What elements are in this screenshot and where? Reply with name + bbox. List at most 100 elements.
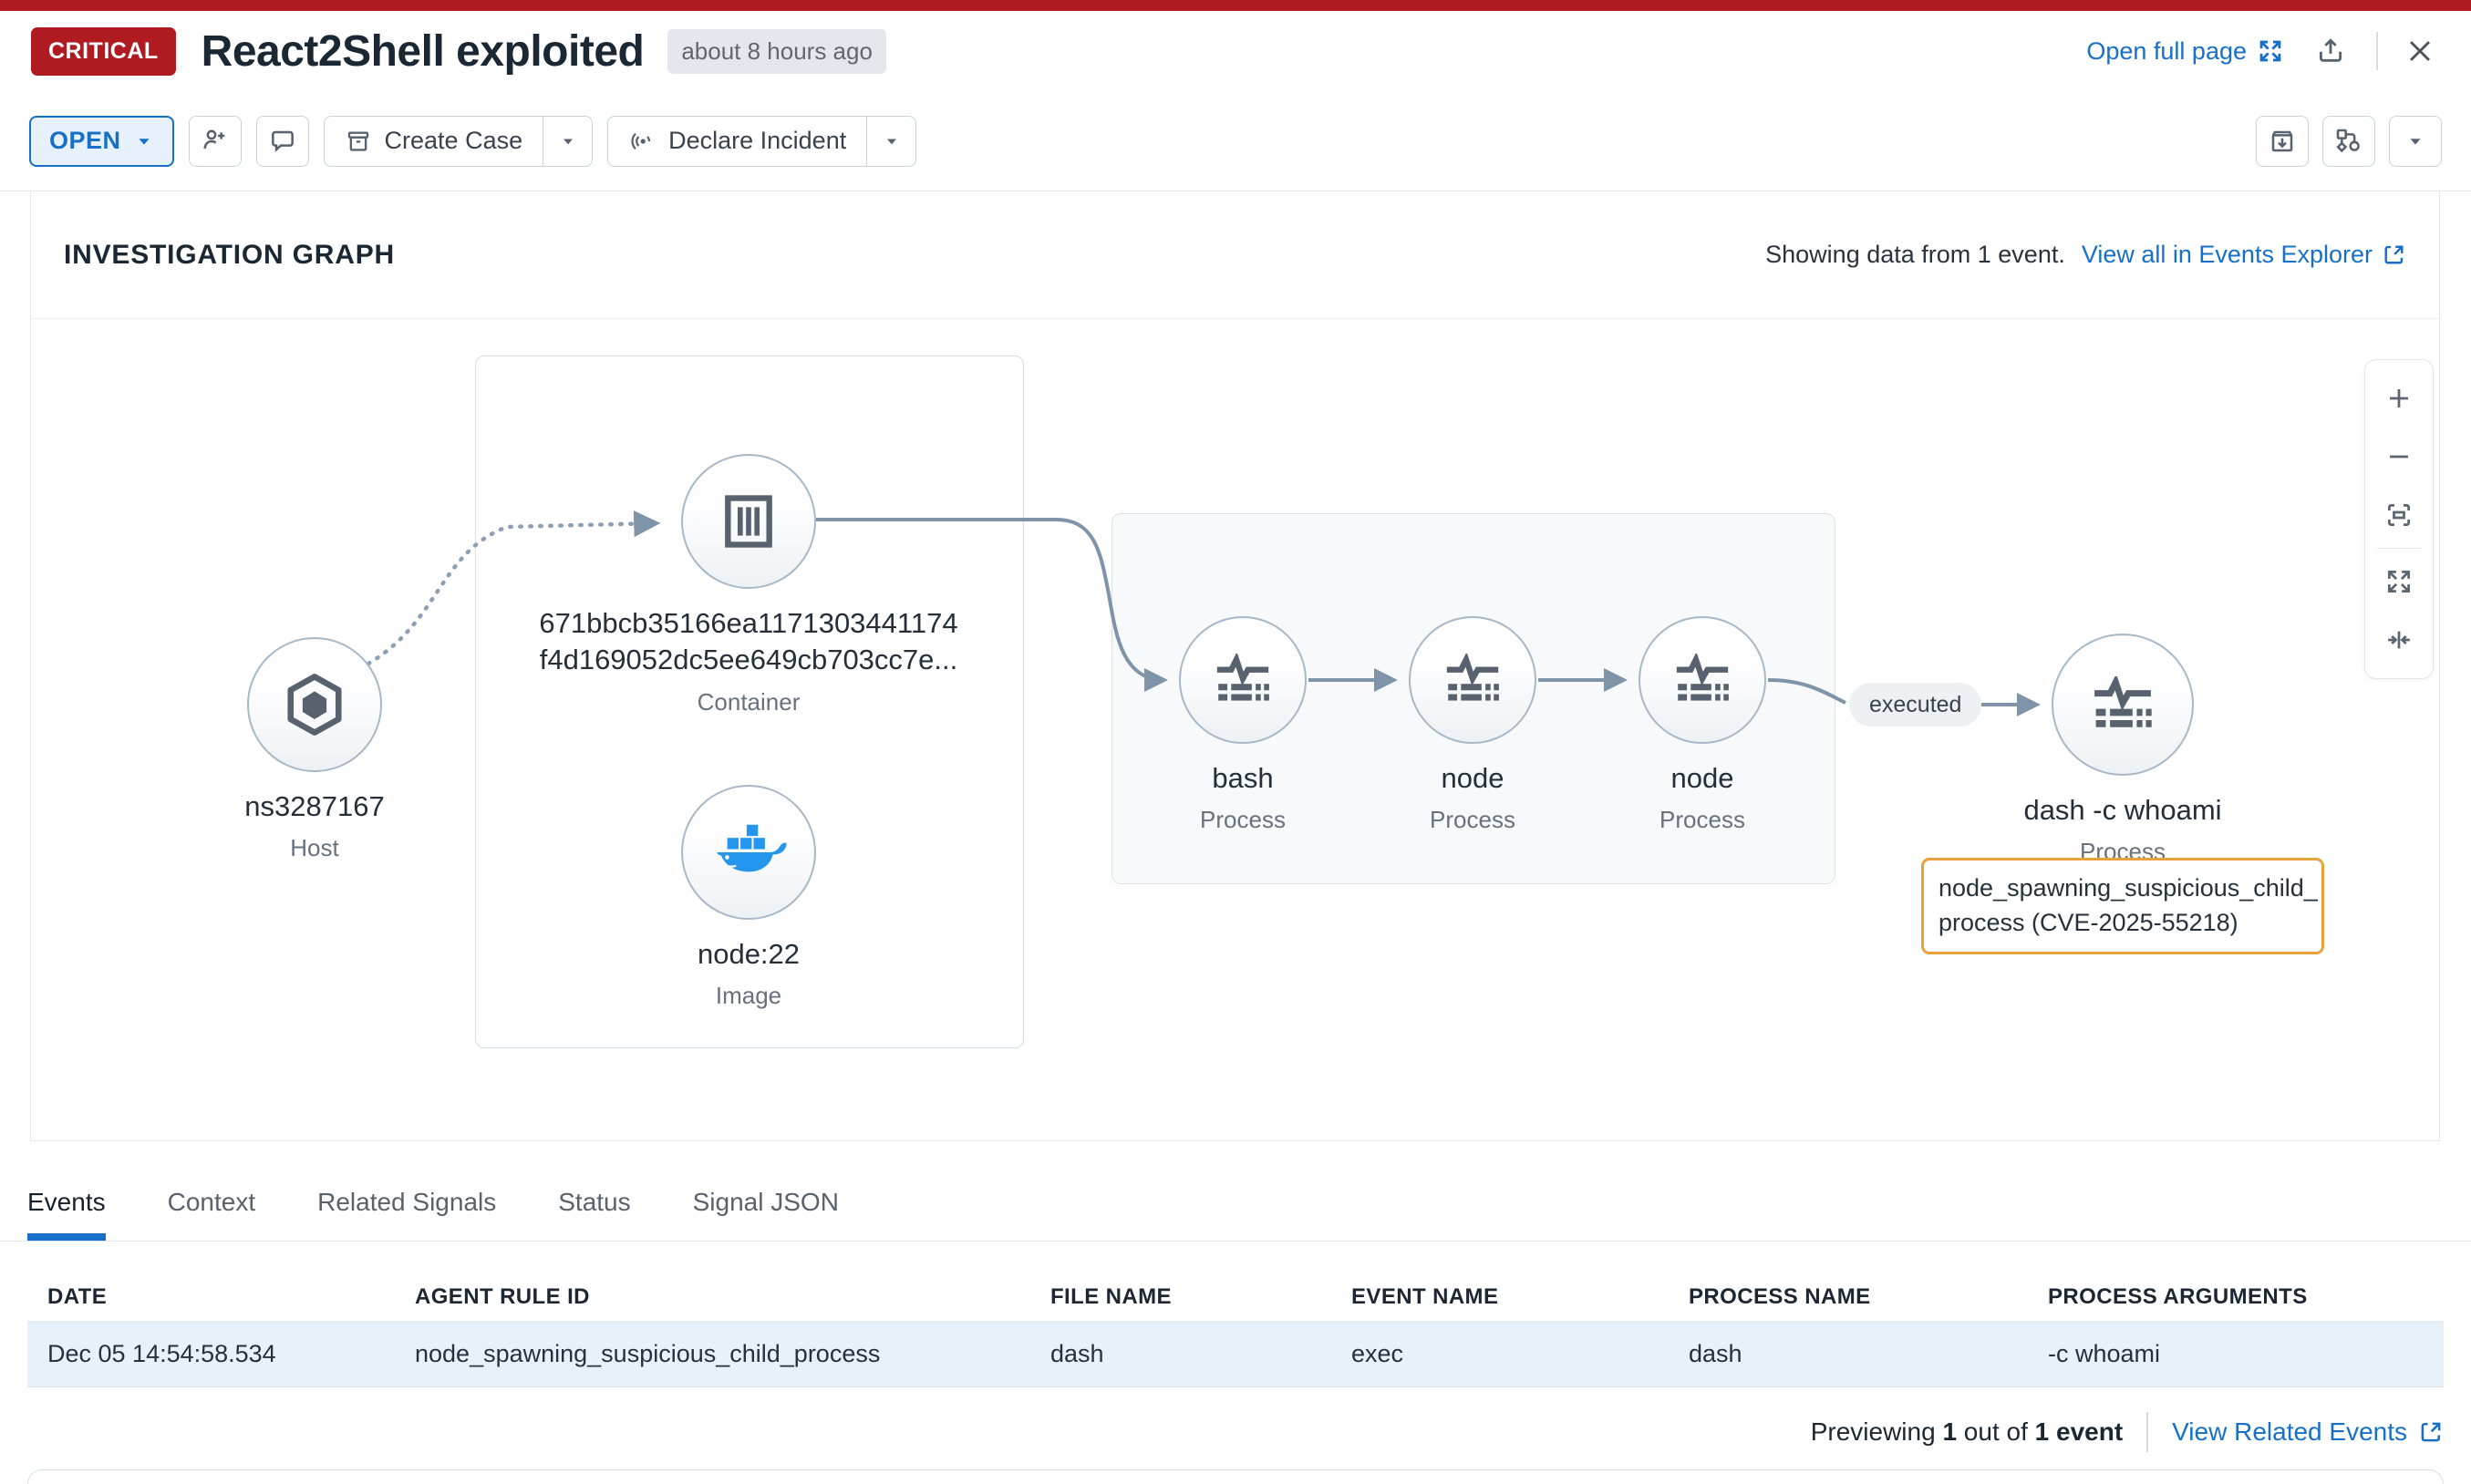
container-icon: [719, 490, 778, 552]
tab-status[interactable]: Status: [558, 1188, 630, 1241]
container-label-line1: 671bbcb35166ea1171303441174: [539, 607, 957, 639]
tab-context[interactable]: Context: [168, 1188, 256, 1241]
workflow-button[interactable]: [2322, 116, 2375, 167]
cell-agent-rule-id: node_spawning_suspicious_child_process: [395, 1340, 1030, 1368]
rule-annotation-line2: process (CVE-2025-55218): [1939, 909, 2238, 936]
declare-incident-caret-button[interactable]: [866, 117, 915, 166]
toolbar-right-actions: [2256, 116, 2442, 167]
severity-badge: CRITICAL: [31, 27, 176, 76]
download-signal-button[interactable]: [2256, 116, 2309, 167]
hexagon-host-icon: [284, 673, 345, 737]
rule-annotation: node_spawning_suspicious_child_ process …: [1921, 858, 2324, 954]
investigation-graph-header: INVESTIGATION GRAPH Showing data from 1 …: [31, 191, 2439, 319]
zoom-in-button[interactable]: [2373, 369, 2424, 428]
declare-incident-button[interactable]: Declare Incident: [608, 117, 866, 166]
col-header-event-name: EVENT NAME: [1331, 1284, 1669, 1310]
cell-process-name: dash: [1669, 1340, 2028, 1368]
close-button[interactable]: [2400, 31, 2440, 71]
previewing-label: Previewing: [1811, 1417, 1936, 1447]
severity-strip: [0, 0, 2471, 11]
timestamp-badge: about 8 hours ago: [667, 29, 886, 74]
col-header-agent-rule-id: AGENT RULE ID: [395, 1284, 1030, 1310]
create-case-button[interactable]: Create Case: [325, 117, 543, 166]
header-divider: [2376, 32, 2378, 70]
tab-related-signals[interactable]: Related Signals: [317, 1188, 496, 1241]
process-icon: [1444, 654, 1501, 706]
process-type: Process: [1200, 806, 1286, 834]
box-download-icon: [2268, 127, 2297, 156]
graph-node-process-dash[interactable]: dash -c whoami Process: [1922, 634, 2323, 866]
caret-down-icon: [559, 132, 577, 150]
docker-whale-icon: [708, 822, 789, 882]
status-label: OPEN: [49, 127, 121, 155]
external-link-icon: [2382, 242, 2406, 267]
share-button[interactable]: [2311, 31, 2351, 71]
image-label: node:22: [698, 936, 800, 973]
process-label: bash: [1212, 760, 1273, 797]
status-dropdown[interactable]: OPEN: [29, 116, 174, 167]
table-row[interactable]: Dec 05 14:54:58.534 node_spawning_suspic…: [27, 1322, 2444, 1387]
graph-canvas[interactable]: ns3287167 Host 671bbcb351: [31, 319, 2439, 1140]
comment-icon: [268, 127, 297, 156]
process-label: dash -c whoami: [2023, 792, 2221, 829]
panel-header-bar: CRITICAL React2Shell exploited about 8 h…: [0, 11, 2471, 91]
host-label: ns3287167: [244, 788, 384, 825]
minus-icon: [2385, 443, 2413, 470]
maximize-button[interactable]: [2373, 552, 2424, 611]
caret-down-icon: [134, 131, 154, 151]
plus-icon: [2385, 385, 2413, 412]
cell-date: Dec 05 14:54:58.534: [27, 1340, 395, 1368]
footer-divider: [2146, 1412, 2148, 1452]
host-type: Host: [290, 834, 338, 862]
process-circle: [1179, 616, 1307, 744]
create-case-caret-button[interactable]: [543, 117, 592, 166]
comment-button[interactable]: [256, 116, 309, 167]
col-header-process-name: PROCESS NAME: [1669, 1284, 2028, 1310]
workflow-icon: [2334, 127, 2363, 156]
tab-events[interactable]: Events: [27, 1188, 106, 1241]
preview-count: 1: [1942, 1417, 1957, 1447]
more-actions-button[interactable]: [2389, 116, 2442, 167]
caret-down-icon: [883, 132, 901, 150]
share-icon: [2315, 36, 2346, 67]
image-circle: [681, 785, 816, 920]
graph-node-process-node2[interactable]: node Process: [1566, 616, 1839, 834]
view-related-events-link[interactable]: View Related Events: [2172, 1417, 2444, 1447]
collapse-horizontal-button[interactable]: [2373, 611, 2424, 669]
assign-button[interactable]: [189, 116, 242, 167]
caret-down-icon: [2405, 131, 2425, 151]
out-of-label: out of: [1964, 1417, 2028, 1447]
fit-to-screen-button[interactable]: [2373, 486, 2424, 544]
process-label: node: [1442, 760, 1504, 797]
process-icon: [1674, 654, 1731, 706]
graph-node-container[interactable]: 671bbcb35166ea1171303441174 f4d169052dc5…: [466, 454, 1031, 716]
host-circle: [247, 637, 382, 772]
investigation-graph-panel: INVESTIGATION GRAPH Showing data from 1 …: [30, 191, 2440, 1141]
events-explorer-link[interactable]: View all in Events Explorer: [2082, 241, 2406, 269]
cell-file-name: dash: [1030, 1340, 1331, 1368]
container-type: Container: [698, 688, 801, 716]
graph-node-image[interactable]: node:22 Image: [566, 785, 931, 1010]
zoom-controls-divider: [2377, 548, 2421, 549]
events-explorer-label: View all in Events Explorer: [2082, 241, 2373, 269]
showing-data-text-wrap: Showing data from 1 event. View all in E…: [1765, 241, 2406, 269]
open-full-page-link[interactable]: Open full page: [2086, 37, 2283, 66]
create-case-split: Create Case: [324, 116, 594, 167]
process-type: Process: [1659, 806, 1745, 834]
view-related-events-label: View Related Events: [2172, 1417, 2407, 1447]
cell-process-arguments: -c whoami: [2028, 1340, 2444, 1368]
person-add-icon: [201, 127, 230, 156]
detail-tabs: Events Context Related Signals Status Si…: [0, 1141, 2471, 1242]
col-header-process-arguments: PROCESS ARGUMENTS: [2028, 1284, 2444, 1310]
events-table: DATE AGENT RULE ID FILE NAME EVENT NAME …: [27, 1273, 2444, 1387]
page-title: React2Shell exploited: [202, 26, 645, 77]
zoom-out-button[interactable]: [2373, 428, 2424, 486]
showing-data-text: Showing data from 1 event.: [1765, 241, 2065, 269]
process-circle: [1409, 616, 1536, 744]
process-type: Process: [1430, 806, 1515, 834]
open-full-page-label: Open full page: [2086, 37, 2247, 66]
tab-signal-json[interactable]: Signal JSON: [693, 1188, 839, 1241]
declare-incident-split: Declare Incident: [607, 116, 916, 167]
cell-event-name: exec: [1331, 1340, 1669, 1368]
graph-node-host[interactable]: ns3287167 Host: [132, 637, 497, 862]
